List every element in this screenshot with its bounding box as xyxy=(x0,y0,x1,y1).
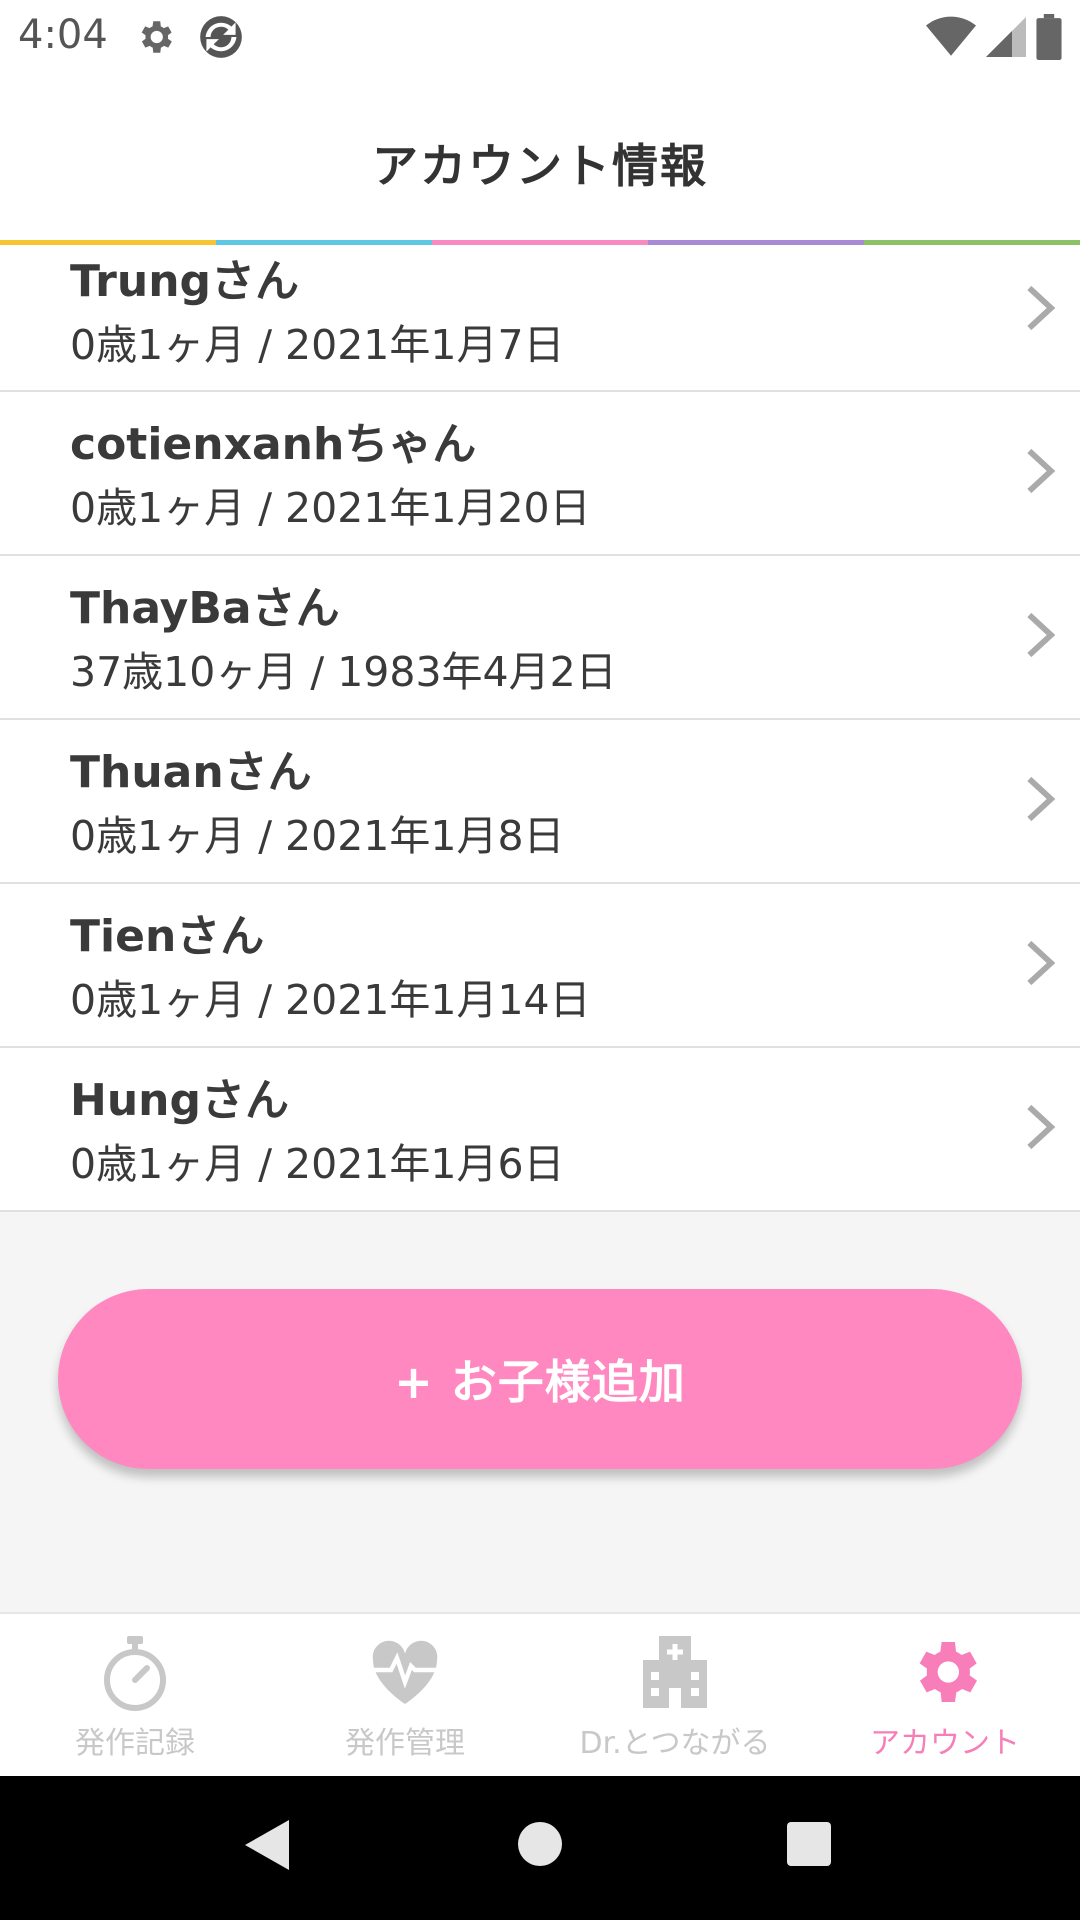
android-nav-bar xyxy=(0,1776,1080,1920)
sync-icon xyxy=(200,16,242,58)
nav-item-account[interactable]: アカウント xyxy=(810,1614,1080,1778)
gear-icon xyxy=(141,21,172,53)
child-age-birthday: 0歳1ヶ月 / 2021年1月14日 xyxy=(70,976,591,1024)
add-child-button[interactable]: + お子様追加 xyxy=(58,1289,1022,1469)
chevron-right-icon xyxy=(1027,285,1056,331)
child-age-birthday: 0歳1ヶ月 / 2021年1月8日 xyxy=(70,812,565,860)
hospital-icon xyxy=(643,1636,707,1708)
child-age-birthday: 0歳1ヶ月 / 2021年1月6日 xyxy=(70,1140,565,1188)
bottom-nav: 発作記録 発作管理 Dr.とつながる アカウント xyxy=(0,1612,1080,1778)
battery-icon xyxy=(1036,14,1062,60)
chevron-right-icon xyxy=(1027,612,1056,658)
nav-item-seizure-management[interactable]: 発作管理 xyxy=(270,1614,540,1778)
child-row[interactable]: Tienさん 0歳1ヶ月 / 2021年1月14日 xyxy=(0,884,1080,1048)
child-row[interactable]: Trungさん 0歳1ヶ月 / 2021年1月7日 xyxy=(0,245,1080,392)
wifi-icon xyxy=(926,16,976,56)
child-row[interactable]: Thuanさん 0歳1ヶ月 / 2021年1月8日 xyxy=(0,720,1080,884)
status-time: 4:04 xyxy=(18,12,108,58)
child-name: Trungさん xyxy=(70,256,300,307)
child-age-birthday: 0歳1ヶ月 / 2021年1月20日 xyxy=(70,484,591,532)
stopwatch-icon xyxy=(104,1636,166,1711)
chevron-right-icon xyxy=(1027,776,1056,822)
screen: 4:04 アカウント情報 Trungさん 0歳1ヶ月 / 2021年1月7日 c… xyxy=(0,0,1080,1920)
nav-item-doctor-connect[interactable]: Dr.とつながる xyxy=(540,1614,810,1778)
child-row[interactable]: ThayBaさん 37歳10ヶ月 / 1983年4月2日 xyxy=(0,556,1080,720)
child-name: Thuanさん xyxy=(70,747,312,798)
gear-icon xyxy=(919,1642,977,1702)
status-right-icons xyxy=(926,14,1062,60)
chevron-right-icon xyxy=(1027,1104,1056,1150)
nav-item-seizure-record[interactable]: 発作記録 xyxy=(0,1614,270,1778)
recents-icon[interactable] xyxy=(787,1822,831,1866)
nav-label: Dr.とつながる xyxy=(579,1726,771,1761)
page-title: アカウント情報 xyxy=(372,139,708,193)
nav-label: 発作記録 xyxy=(75,1726,195,1761)
nav-label: 発作管理 xyxy=(345,1726,465,1761)
child-list: Trungさん 0歳1ヶ月 / 2021年1月7日 cotienxanhちゃん … xyxy=(0,245,1080,1212)
chevron-right-icon xyxy=(1027,940,1056,986)
nav-label: アカウント xyxy=(870,1726,1020,1761)
child-name: cotienxanhちゃん xyxy=(70,419,477,470)
heartbeat-icon xyxy=(372,1640,438,1704)
chevron-right-icon xyxy=(1027,448,1056,494)
child-name: Tienさん xyxy=(70,911,265,962)
child-age-birthday: 0歳1ヶ月 / 2021年1月7日 xyxy=(70,321,565,369)
header: アカウント情報 xyxy=(0,74,1080,240)
status-bar: 4:04 xyxy=(0,0,1080,74)
child-row[interactable]: Hungさん 0歳1ヶ月 / 2021年1月6日 xyxy=(0,1048,1080,1212)
child-row[interactable]: cotienxanhちゃん 0歳1ヶ月 / 2021年1月20日 xyxy=(0,392,1080,556)
back-icon[interactable] xyxy=(245,1820,289,1870)
child-age-birthday: 37歳10ヶ月 / 1983年4月2日 xyxy=(70,648,617,696)
signal-icon xyxy=(986,17,1026,57)
child-name: Hungさん xyxy=(70,1075,289,1126)
child-name: ThayBaさん xyxy=(70,583,340,634)
home-icon[interactable] xyxy=(518,1822,562,1866)
